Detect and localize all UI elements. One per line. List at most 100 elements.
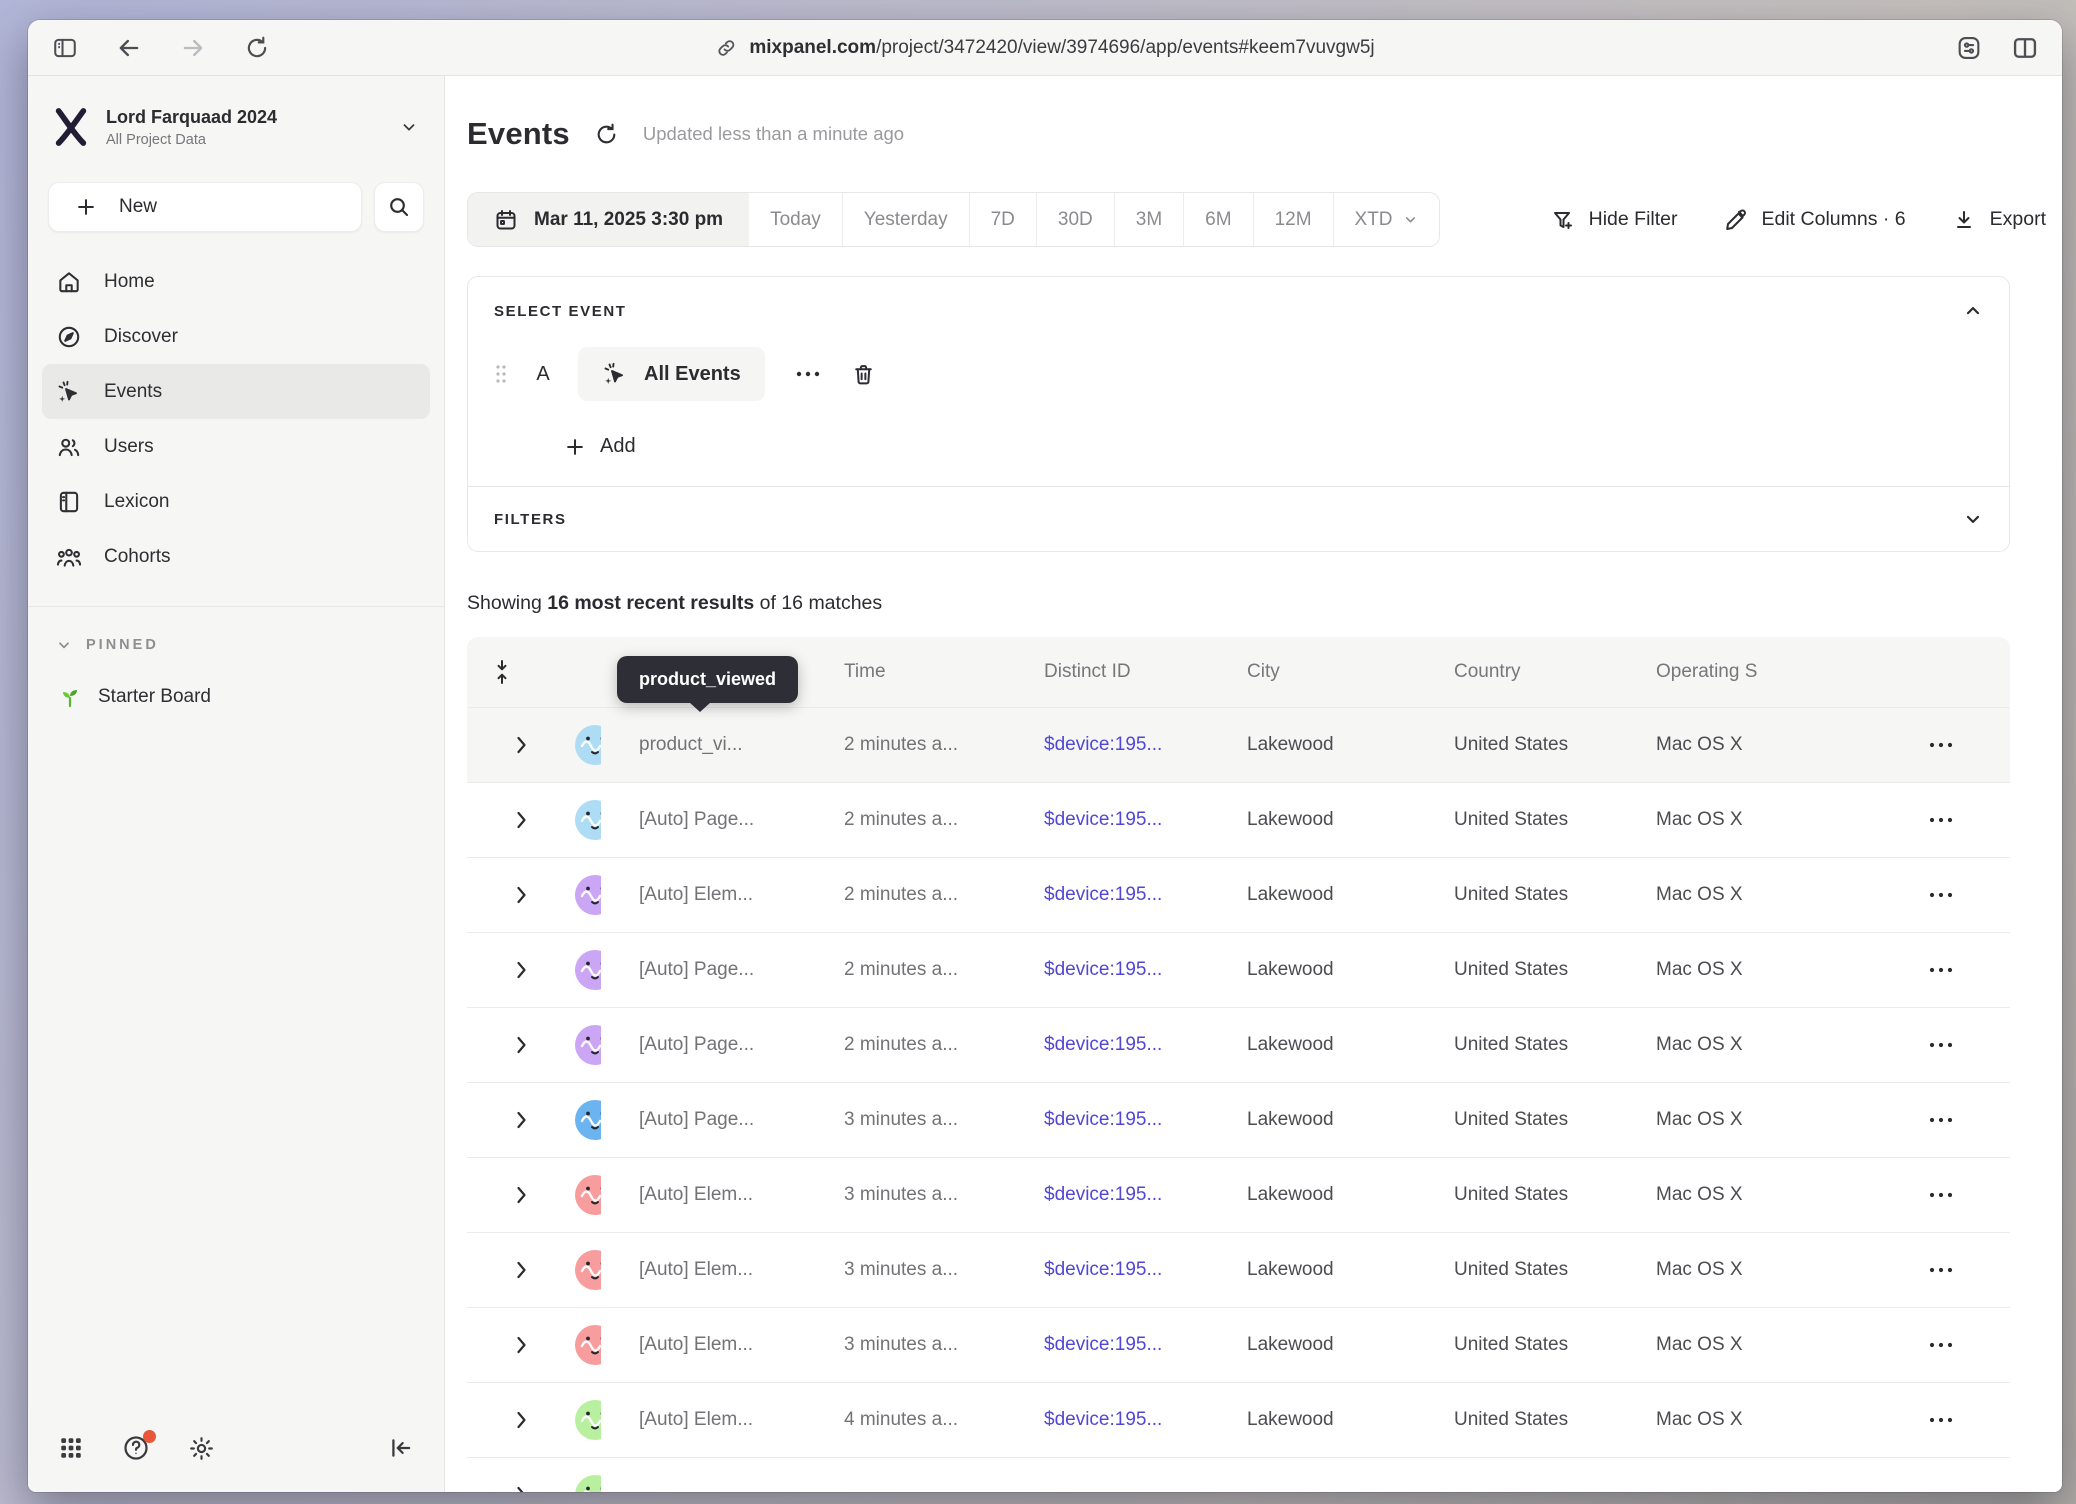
- collapse-sidebar-icon[interactable]: [388, 1435, 414, 1461]
- table-row[interactable]: [Auto] Elem...3 minutes a...$device:195.…: [467, 1232, 2010, 1307]
- address-bar[interactable]: mixpanel.com/project/3472420/view/397469…: [715, 37, 1374, 59]
- date-preset-7d[interactable]: 7D: [969, 193, 1036, 246]
- pinned-section-header[interactable]: PINNED: [28, 607, 444, 659]
- search-button[interactable]: [374, 182, 424, 232]
- table-row[interactable]: [Auto] Page...2 minutes a...$device:195.…: [467, 1007, 2010, 1082]
- table-row[interactable]: [Auto] Elem...3 minutes a...$device:195.…: [467, 1307, 2010, 1382]
- expand-row-icon[interactable]: [467, 1485, 537, 1492]
- row-more-icon[interactable]: [1833, 1266, 2010, 1274]
- row-more-icon[interactable]: [1833, 1116, 2010, 1124]
- column-header-distinct-id[interactable]: Distinct ID: [1006, 661, 1209, 683]
- expand-row-icon[interactable]: [467, 1110, 537, 1130]
- hide-filter-button[interactable]: Hide Filter: [1551, 208, 1678, 232]
- new-button[interactable]: New: [48, 182, 362, 232]
- apps-grid-icon[interactable]: [58, 1435, 84, 1461]
- distinct-id-link[interactable]: $device:195...: [1006, 809, 1209, 831]
- add-event-button[interactable]: Add: [564, 435, 1983, 458]
- forward-icon[interactable]: [178, 33, 208, 63]
- expand-row-icon[interactable]: [467, 960, 537, 980]
- date-preset-6m[interactable]: 6M: [1183, 193, 1252, 246]
- date-preset-today[interactable]: Today: [749, 193, 842, 246]
- date-preset-3m[interactable]: 3M: [1114, 193, 1183, 246]
- event-name-cell[interactable]: [Auto] Elem...: [601, 884, 806, 906]
- date-picker-selected[interactable]: Mar 11, 2025 3:30 pm: [468, 193, 749, 246]
- column-header-city[interactable]: City: [1209, 661, 1416, 683]
- table-row[interactable]: [Auto] Elem...3 minutes a...$device:195.…: [467, 1157, 2010, 1232]
- help-button[interactable]: [122, 1434, 150, 1462]
- column-header-time[interactable]: Time: [806, 661, 1006, 683]
- row-more-icon[interactable]: [1833, 1341, 2010, 1349]
- table-row[interactable]: [Auto] Elem...4 minutes a...$device:195.…: [467, 1382, 2010, 1457]
- event-name-cell[interactable]: [Auto] Elem...: [601, 1334, 806, 1356]
- distinct-id-link[interactable]: $device:195...: [1006, 1109, 1209, 1131]
- collapse-all-rows-icon[interactable]: [467, 659, 537, 685]
- row-more-icon[interactable]: [1833, 1416, 2010, 1424]
- sidebar-item-starter-board[interactable]: Starter Board: [28, 659, 444, 735]
- column-header-country[interactable]: Country: [1416, 661, 1618, 683]
- expand-row-icon[interactable]: [467, 735, 537, 755]
- date-preset-xtd[interactable]: XTD: [1333, 193, 1439, 246]
- sidebar-item-users[interactable]: Users: [42, 419, 430, 474]
- expand-row-icon[interactable]: [467, 885, 537, 905]
- distinct-id-link[interactable]: $device:195...: [1006, 884, 1209, 906]
- table-row[interactable]: [Auto] Page...2 minutes a...$device:195.…: [467, 932, 2010, 1007]
- distinct-id-link[interactable]: $device:195...: [1006, 1334, 1209, 1356]
- distinct-id-link[interactable]: $device:195...: [1006, 1034, 1209, 1056]
- refresh-icon[interactable]: [594, 122, 619, 147]
- project-switcher[interactable]: Lord Farquaad 2024 All Project Data: [28, 106, 444, 148]
- date-preset-30d[interactable]: 30D: [1036, 193, 1114, 246]
- table-row[interactable]: [Auto] Page...3 minutes a...$device:195.…: [467, 1082, 2010, 1157]
- sidebar-item-discover[interactable]: Discover: [42, 309, 430, 364]
- expand-row-icon[interactable]: [467, 1035, 537, 1055]
- date-preset-yesterday[interactable]: Yesterday: [842, 193, 969, 246]
- edit-columns-button[interactable]: Edit Columns · 6: [1724, 208, 1906, 232]
- expand-row-icon[interactable]: [467, 1410, 537, 1430]
- row-more-icon[interactable]: [1833, 1191, 2010, 1199]
- event-name-cell[interactable]: [Auto] Page...: [601, 1109, 806, 1131]
- table-row[interactable]: [467, 1457, 2010, 1492]
- distinct-id-link[interactable]: $device:195...: [1006, 1184, 1209, 1206]
- event-selector-chip[interactable]: All Events: [578, 347, 765, 401]
- back-icon[interactable]: [114, 33, 144, 63]
- event-name-cell[interactable]: [Auto] Elem...: [601, 1184, 806, 1206]
- expand-filters-icon[interactable]: [1963, 509, 1983, 529]
- sidebar-toggle-icon[interactable]: [50, 33, 80, 63]
- settings-gear-icon[interactable]: [188, 1435, 215, 1462]
- drag-handle-icon[interactable]: [494, 363, 508, 385]
- distinct-id-link[interactable]: $device:195...: [1006, 1409, 1209, 1431]
- event-name-cell[interactable]: [Auto] Page...: [601, 809, 806, 831]
- row-more-icon[interactable]: [1833, 891, 2010, 899]
- more-options-icon[interactable]: [791, 370, 825, 378]
- date-preset-12m[interactable]: 12M: [1253, 193, 1333, 246]
- sidebar-item-home[interactable]: Home: [42, 254, 430, 309]
- expand-row-icon[interactable]: [467, 1260, 537, 1280]
- delete-event-icon[interactable]: [851, 362, 876, 387]
- sidebar-item-lexicon[interactable]: Lexicon: [42, 474, 430, 529]
- page-settings-icon[interactable]: [1954, 33, 1984, 63]
- reload-icon[interactable]: [242, 33, 272, 63]
- collapse-section-icon[interactable]: [1963, 301, 1983, 321]
- event-name-cell[interactable]: [Auto] Page...: [601, 1034, 806, 1056]
- row-more-icon[interactable]: [1833, 1041, 2010, 1049]
- table-row[interactable]: product_vi...2 minutes a...$device:195..…: [467, 707, 2010, 782]
- event-name-cell[interactable]: [Auto] Page...: [601, 959, 806, 981]
- sidebar-item-cohorts[interactable]: Cohorts: [42, 529, 430, 584]
- distinct-id-link[interactable]: $device:195...: [1006, 1259, 1209, 1281]
- event-name-cell[interactable]: product_vi...: [601, 734, 806, 756]
- distinct-id-link[interactable]: $device:195...: [1006, 959, 1209, 981]
- table-row[interactable]: [Auto] Page...2 minutes a...$device:195.…: [467, 782, 2010, 857]
- expand-row-icon[interactable]: [467, 810, 537, 830]
- distinct-id-link[interactable]: $device:195...: [1006, 734, 1209, 756]
- event-name-cell[interactable]: [Auto] Elem...: [601, 1259, 806, 1281]
- sidebar-item-events[interactable]: Events: [42, 364, 430, 419]
- event-name-cell[interactable]: [Auto] Elem...: [601, 1409, 806, 1431]
- split-view-icon[interactable]: [2010, 33, 2040, 63]
- row-more-icon[interactable]: [1833, 816, 2010, 824]
- row-more-icon[interactable]: [1833, 741, 2010, 749]
- column-header-os[interactable]: Operating S: [1618, 661, 1833, 683]
- expand-row-icon[interactable]: [467, 1185, 537, 1205]
- table-row[interactable]: [Auto] Elem...2 minutes a...$device:195.…: [467, 857, 2010, 932]
- export-button[interactable]: Export: [1952, 208, 2046, 232]
- expand-row-icon[interactable]: [467, 1335, 537, 1355]
- row-more-icon[interactable]: [1833, 966, 2010, 974]
